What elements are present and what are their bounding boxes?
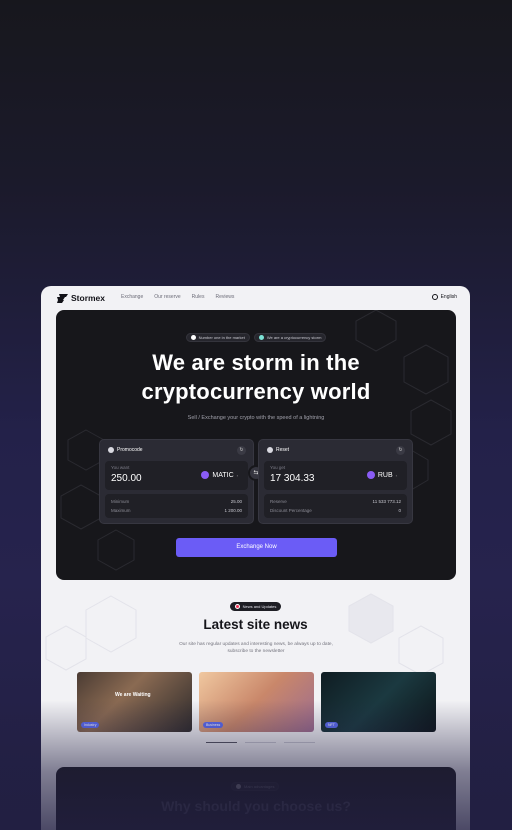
nav-link-exchange[interactable]: Exchange [121, 294, 143, 300]
news-card-3[interactable]: NFT [321, 672, 436, 732]
carousel-dot[interactable] [245, 742, 276, 743]
stat-label: Minimum [111, 499, 130, 504]
news-badge-wrap: News and Updates [41, 602, 470, 611]
send-currency-select[interactable]: MATIC › [201, 471, 238, 479]
advantages-badge-label: Main advantages [244, 784, 275, 789]
hero-title: We are storm in the cryptocurrency world [56, 348, 456, 406]
news-card-tag: Business [203, 722, 224, 728]
promocode-label: Promocode [117, 447, 143, 453]
stat-label: Discount Percentage [270, 508, 312, 513]
hero-title-line-1: We are storm in the [152, 350, 360, 375]
news-card-tag: Industry [81, 722, 100, 728]
stat-value: 0 [398, 508, 401, 513]
news-description: Our site has regular updates and interes… [179, 642, 333, 654]
stat-row: Minimum 25.00 [111, 499, 242, 504]
hero-section: Number one in the market We are a crypto… [56, 310, 456, 580]
reset-icon [267, 447, 273, 453]
bolt-icon [258, 335, 264, 340]
news-badge-label: News and Updates [242, 604, 277, 609]
stat-value: 1 200.00 [224, 508, 242, 513]
star-icon [236, 784, 241, 789]
chevron-down-icon: › [395, 472, 397, 478]
send-currency-label: MATIC [212, 471, 234, 479]
news-title: Latest site news [203, 617, 308, 632]
site-preview-card: Stormex Exchange Our reserve Rules Revie… [41, 286, 470, 830]
news-dot-icon [234, 604, 240, 609]
news-badge: News and Updates [229, 602, 282, 611]
send-amount-input[interactable]: 250.00 [111, 473, 142, 484]
badge-label: Number one in the market [198, 335, 245, 340]
news-card-2[interactable]: Business [199, 672, 314, 732]
receive-label: You get [270, 465, 286, 470]
hero-badges: Number one in the market We are a crypto… [56, 333, 456, 342]
advantages-badge: Main advantages [231, 782, 280, 791]
stat-label: Reserve [270, 499, 287, 504]
reset-label: Reset [276, 447, 290, 453]
advantages-title: Why should you choose us? [161, 798, 351, 814]
advantages-section: Main advantages Why should you choose us… [56, 767, 456, 830]
refresh-icon[interactable]: ↻ [396, 446, 405, 455]
carousel-dot-active[interactable] [206, 742, 237, 743]
send-panel: Promocode ↻ You want 250.00 MATIC › Mini… [99, 439, 254, 524]
receive-currency-label: RUB [377, 471, 393, 479]
nav-link-reviews[interactable]: Reviews [215, 294, 234, 300]
nav-link-our-reserve[interactable]: Our reserve [154, 294, 180, 300]
brand-logo[interactable]: Stormex [57, 293, 105, 303]
send-label: You want [111, 465, 130, 470]
storm-logo-icon [57, 293, 68, 303]
ruble-coin-icon [366, 471, 375, 479]
nav-links: Exchange Our reserve Rules Reviews [121, 294, 234, 300]
hero-title-line-2: cryptocurrency world [141, 379, 371, 404]
tag-icon [108, 447, 114, 453]
send-amount-box: You want 250.00 MATIC › [105, 461, 248, 490]
globe-icon [431, 294, 438, 300]
reset-button[interactable]: Reset [267, 447, 289, 453]
stat-label: Maximum [111, 508, 131, 513]
receive-panel: Reset ↻ You get 17 304.33 RUB › Reserve … [258, 439, 413, 524]
receive-amount-box: You get 17 304.33 RUB › [264, 461, 407, 490]
badge-storm: We are a cryptocurrency storm [253, 333, 327, 342]
stat-row: Reserve 11 533 773.12 [270, 499, 401, 504]
promocode-button[interactable]: Promocode [108, 447, 143, 453]
language-label: English [440, 294, 457, 300]
exchange-now-button[interactable]: Exchange Now [176, 538, 337, 557]
carousel-pagination [206, 742, 315, 743]
matic-coin-icon [201, 471, 210, 479]
stat-row: Maximum 1 200.00 [111, 508, 242, 513]
stat-value: 25.00 [230, 499, 242, 504]
refresh-icon[interactable]: ↻ [237, 446, 246, 455]
badge-number-one: Number one in the market [185, 333, 250, 342]
top-nav: Stormex Exchange Our reserve Rules Revie… [41, 286, 470, 310]
language-selector[interactable]: English [431, 294, 457, 300]
stat-value: 11 533 773.12 [372, 499, 401, 504]
receive-info: Reserve 11 533 773.12 Discount Percentag… [264, 494, 407, 518]
brand-name: Stormex [71, 293, 106, 303]
nav-link-rules[interactable]: Rules [192, 294, 205, 300]
star-icon [190, 335, 196, 340]
chevron-down-icon: › [236, 472, 238, 478]
receive-amount-input[interactable]: 17 304.33 [270, 473, 315, 484]
stat-row: Discount Percentage 0 [270, 508, 401, 513]
badge-label: We are a cryptocurrency storm [266, 335, 322, 340]
carousel-dot[interactable] [284, 742, 315, 743]
news-card-tag: NFT [325, 722, 338, 728]
news-card-screen-text: We are Waiting [115, 692, 151, 698]
receive-currency-select[interactable]: RUB › [366, 471, 397, 479]
hero-subtitle: Sell / Exchange your crypto with the spe… [187, 415, 325, 421]
news-card-1[interactable]: We are Waiting Industry [77, 672, 192, 732]
send-limits: Minimum 25.00 Maximum 1 200.00 [105, 494, 248, 518]
